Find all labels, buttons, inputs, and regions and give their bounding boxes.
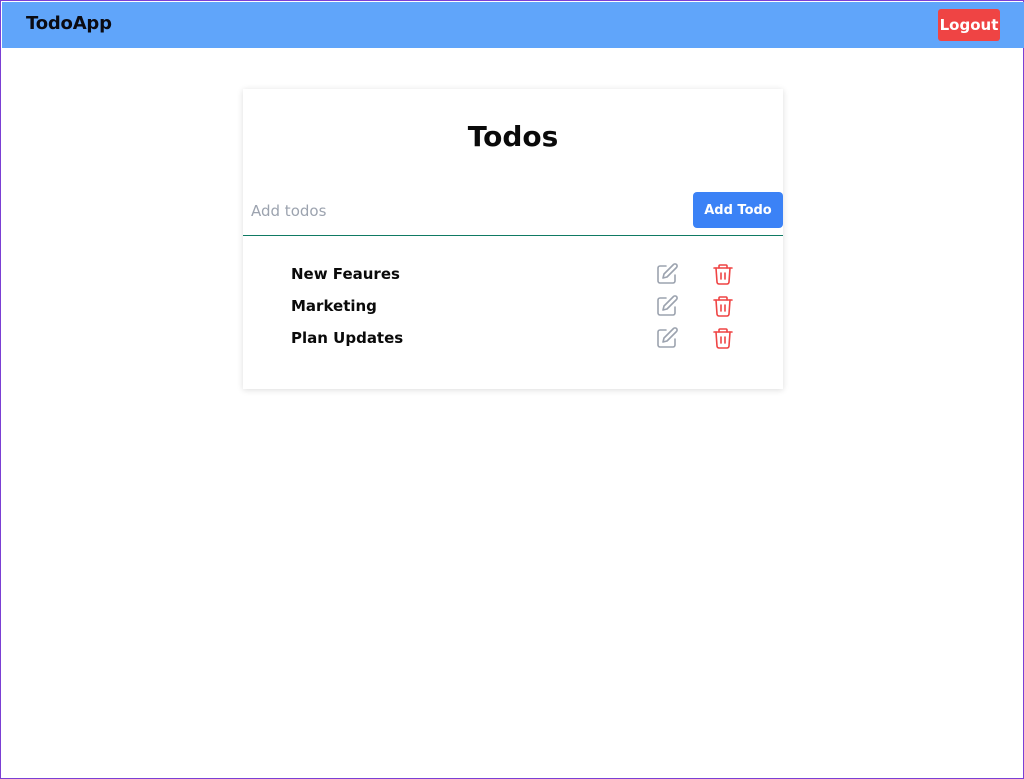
todo-item: Plan Updates	[243, 322, 783, 354]
todo-item: New Feaures	[243, 258, 783, 290]
delete-todo-button[interactable]	[711, 262, 735, 286]
edit-icon	[657, 263, 678, 284]
edit-todo-button[interactable]	[655, 326, 679, 350]
todo-list: New Feaures Marketing Plan Updates	[243, 258, 783, 354]
page-title: Todos	[467, 120, 559, 153]
edit-todo-button[interactable]	[655, 294, 679, 318]
trash-icon	[713, 328, 733, 349]
edit-icon	[657, 295, 678, 316]
add-todo-button[interactable]: Add Todo	[693, 192, 783, 228]
add-todo-input[interactable]	[243, 191, 683, 231]
edit-icon	[657, 327, 678, 348]
todo-label: Plan Updates	[291, 329, 404, 347]
edit-todo-button[interactable]	[655, 262, 679, 286]
app-brand: TodoApp	[26, 13, 112, 34]
todo-label: New Feaures	[291, 265, 400, 283]
todo-item: Marketing	[243, 290, 783, 322]
trash-icon	[713, 296, 733, 317]
todos-card: Todos Add Todo New Feaures	[243, 89, 783, 389]
navbar: TodoApp Logout	[2, 2, 1024, 48]
logout-button[interactable]: Logout	[938, 9, 1000, 41]
app-window: TodoApp Logout Todos Add Todo New Feaure…	[0, 0, 1024, 779]
delete-todo-button[interactable]	[711, 294, 735, 318]
input-underline	[243, 235, 783, 236]
trash-icon	[713, 264, 733, 285]
todo-label: Marketing	[291, 297, 377, 315]
delete-todo-button[interactable]	[711, 326, 735, 350]
